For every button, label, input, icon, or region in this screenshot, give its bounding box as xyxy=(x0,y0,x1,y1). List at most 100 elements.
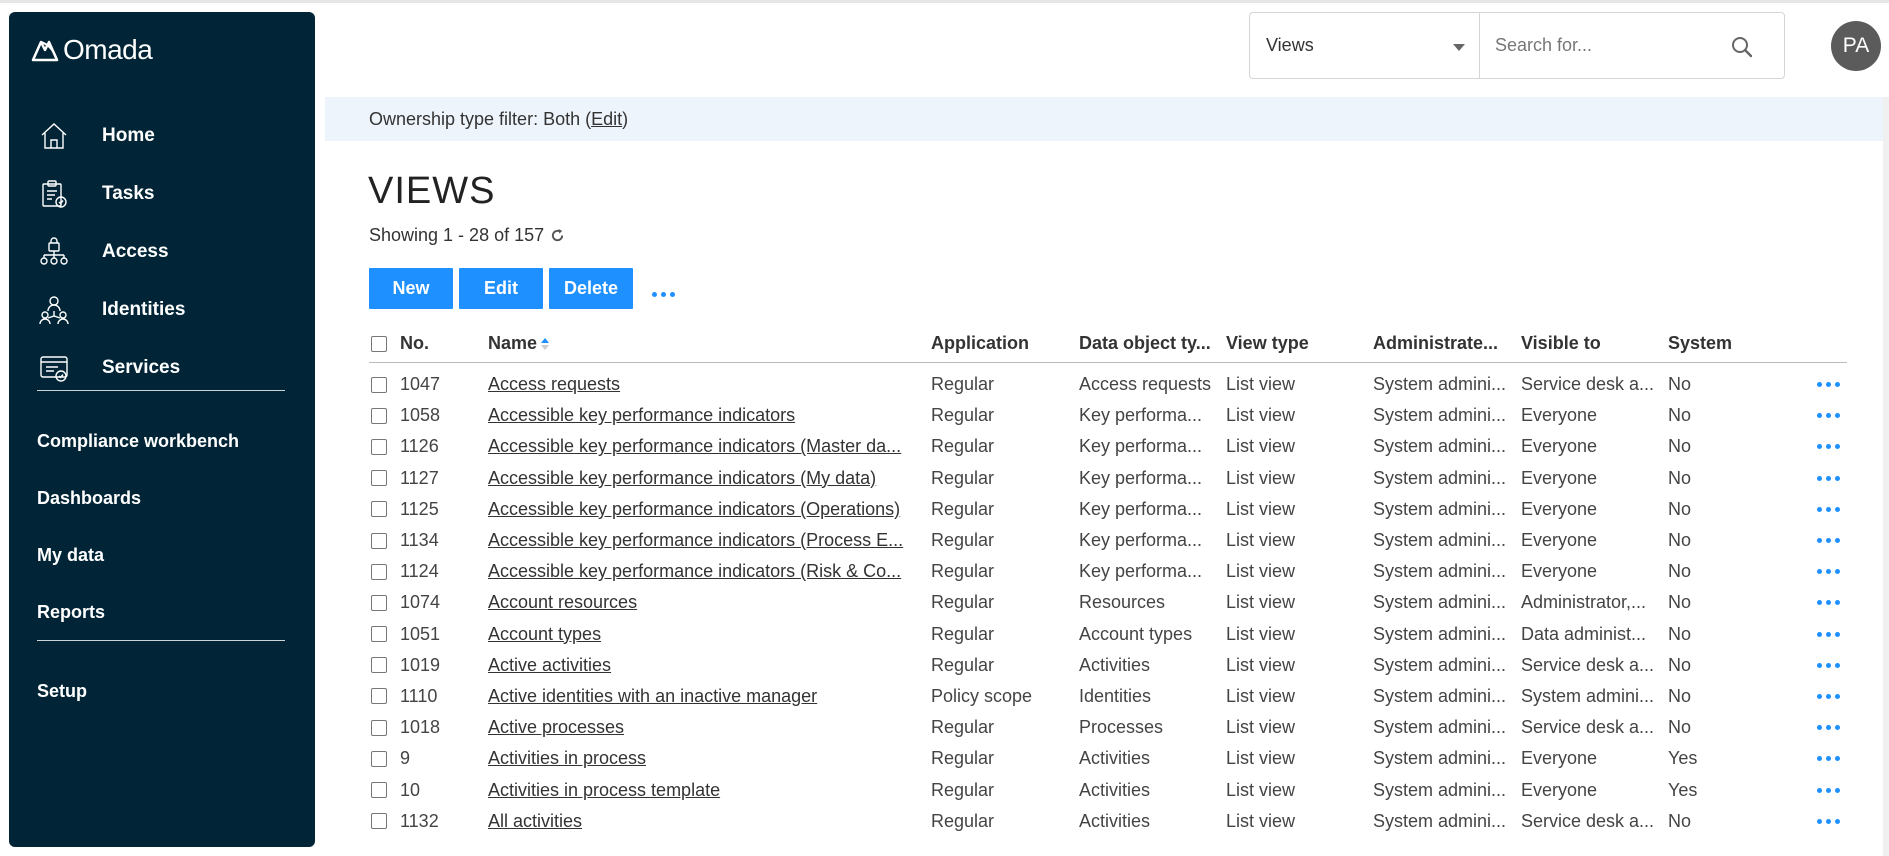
omada-logo[interactable]: Omada xyxy=(31,34,153,66)
view-name-link[interactable]: All activities xyxy=(488,811,582,832)
row-more-icon[interactable] xyxy=(1817,631,1840,637)
row-more-icon[interactable] xyxy=(1817,444,1840,450)
row-more-icon[interactable] xyxy=(1817,475,1840,481)
col-header-visible-to[interactable]: Visible to xyxy=(1521,325,1663,362)
row-actions-cell xyxy=(1817,743,1840,774)
cell-visible-to: Everyone xyxy=(1521,561,1598,582)
view-name-link[interactable]: Activities in process xyxy=(488,748,646,769)
view-name-link[interactable]: Accessible key performance indicators xyxy=(488,405,795,426)
table-row[interactable]: 1047 Access requests Regular Access request… xyxy=(369,369,1847,400)
row-more-icon[interactable] xyxy=(1817,506,1840,512)
view-name-link[interactable]: Active identities with an inactive manag… xyxy=(488,686,817,707)
table-row[interactable]: 1110 Active identities with an inactive m… xyxy=(369,681,1847,712)
search-icon[interactable] xyxy=(1730,35,1754,59)
row-more-icon[interactable] xyxy=(1817,600,1840,606)
avatar[interactable]: PA xyxy=(1831,21,1881,71)
row-checkbox-cell xyxy=(371,806,387,837)
nav-reports[interactable]: Reports xyxy=(37,584,297,641)
nav-setup[interactable]: Setup xyxy=(37,663,297,720)
cell-administrated: System admini... xyxy=(1373,685,1507,706)
row-checkbox[interactable] xyxy=(371,376,387,393)
table-row[interactable]: 1125 Accessible key performance indicator… xyxy=(369,494,1847,525)
table-row[interactable]: 1134 Accessible key performance indicator… xyxy=(369,525,1847,556)
view-name-link[interactable]: Activities in process template xyxy=(488,780,720,801)
row-more-icon[interactable] xyxy=(1817,662,1840,668)
view-name-link[interactable]: Accessible key performance indicators (P… xyxy=(488,530,903,551)
table-row[interactable]: 1019 Active activities Regular Activities Li… xyxy=(369,650,1847,681)
col-header-name[interactable]: Name xyxy=(488,325,928,362)
delete-button[interactable]: Delete xyxy=(549,268,633,309)
row-more-icon[interactable] xyxy=(1817,569,1840,575)
row-checkbox[interactable] xyxy=(371,563,387,580)
table-row[interactable]: 1126 Accessible key performance indicator… xyxy=(369,431,1847,462)
row-checkbox[interactable] xyxy=(371,626,387,643)
view-name-link[interactable]: Accessible key performance indicators (M… xyxy=(488,436,901,457)
row-more-icon[interactable] xyxy=(1817,725,1840,731)
row-more-icon[interactable] xyxy=(1817,538,1840,544)
row-more-icon[interactable] xyxy=(1817,693,1840,699)
row-checkbox[interactable] xyxy=(371,438,387,455)
edit-button[interactable]: Edit xyxy=(459,268,543,309)
view-name-link[interactable]: Active activities xyxy=(488,655,611,676)
filter-edit-link[interactable]: Edit xyxy=(591,109,622,130)
table-row[interactable]: 1074 Account resources Regular Resources Lis… xyxy=(369,587,1847,618)
cell-application: Regular xyxy=(931,467,995,488)
col-header-no[interactable]: No. xyxy=(400,325,429,362)
refresh-icon[interactable] xyxy=(550,228,565,243)
col-header-administrated[interactable]: Administrate... xyxy=(1373,325,1515,362)
view-name-link[interactable]: Account resources xyxy=(488,592,637,613)
col-header-system[interactable]: System xyxy=(1668,325,1768,362)
row-checkbox[interactable] xyxy=(371,532,387,549)
table-row[interactable]: 10 Activities in process template Regular A… xyxy=(369,774,1847,805)
table-row[interactable]: 1018 Active processes Regular Processes List… xyxy=(369,712,1847,743)
nav-my-data[interactable]: My data xyxy=(37,527,297,584)
nav-access[interactable]: Access xyxy=(9,223,315,281)
view-name-link[interactable]: Accessible key performance indicators (R… xyxy=(488,561,901,582)
row-checkbox[interactable] xyxy=(371,782,387,799)
table-row[interactable]: 1051 Account types Regular Account types Lis… xyxy=(369,619,1847,650)
row-checkbox[interactable] xyxy=(371,719,387,736)
nav-home[interactable]: Home xyxy=(9,107,315,165)
view-name-link[interactable]: Accessible key performance indicators (M… xyxy=(488,468,876,489)
row-more-icon[interactable] xyxy=(1817,382,1840,388)
row-more-icon[interactable] xyxy=(1817,756,1840,762)
col-header-data-object-type[interactable]: Data object ty... xyxy=(1079,325,1221,362)
row-checkbox[interactable] xyxy=(371,750,387,767)
select-all-checkbox[interactable] xyxy=(371,335,387,352)
table-row[interactable]: 9 Activities in process Regular Activities L… xyxy=(369,743,1847,774)
nav-dashboards[interactable]: Dashboards xyxy=(37,470,297,527)
row-more-icon[interactable] xyxy=(1817,818,1840,824)
row-checkbox[interactable] xyxy=(371,813,387,830)
search-input[interactable] xyxy=(1495,35,1725,56)
table-row[interactable]: 1132 All activities Regular Activities List … xyxy=(369,806,1847,837)
nav-identities[interactable]: Identities xyxy=(9,281,315,339)
row-checkbox[interactable] xyxy=(371,470,387,487)
cell-administrated: System admini... xyxy=(1373,779,1507,800)
nav-tasks[interactable]: Tasks xyxy=(9,165,315,223)
view-name-link[interactable]: Access requests xyxy=(488,374,620,395)
row-more-icon[interactable] xyxy=(1817,787,1840,793)
row-checkbox[interactable] xyxy=(371,688,387,705)
new-button[interactable]: New xyxy=(369,268,453,309)
table-row[interactable]: 1124 Accessible key performance indicator… xyxy=(369,556,1847,587)
row-checkbox[interactable] xyxy=(371,657,387,674)
view-name-link[interactable]: Account types xyxy=(488,624,601,645)
row-checkbox[interactable] xyxy=(371,501,387,518)
col-header-application[interactable]: Application xyxy=(931,325,1076,362)
col-header-view-type[interactable]: View type xyxy=(1226,325,1368,362)
table-row[interactable]: 1127 Accessible key performance indicator… xyxy=(369,463,1847,494)
scrollbar[interactable] xyxy=(1883,97,1889,856)
nav-services[interactable]: Services xyxy=(9,339,315,397)
nav-compliance-workbench[interactable]: Compliance workbench xyxy=(37,413,297,470)
view-name-link[interactable]: Active processes xyxy=(488,717,624,738)
views-select[interactable]: Views xyxy=(1249,12,1479,79)
action-buttons: New Edit Delete xyxy=(369,268,633,309)
table-row[interactable]: 1058 Accessible key performance indicator… xyxy=(369,400,1847,431)
row-checkbox[interactable] xyxy=(371,594,387,611)
main-nav: Home Tasks Access Identities Services xyxy=(9,107,315,397)
row-checkbox[interactable] xyxy=(371,407,387,424)
row-more-icon[interactable] xyxy=(1817,413,1840,419)
view-name-link[interactable]: Accessible key performance indicators (O… xyxy=(488,499,900,520)
more-actions-icon[interactable] xyxy=(652,292,675,297)
nav-label: Identities xyxy=(102,299,186,320)
